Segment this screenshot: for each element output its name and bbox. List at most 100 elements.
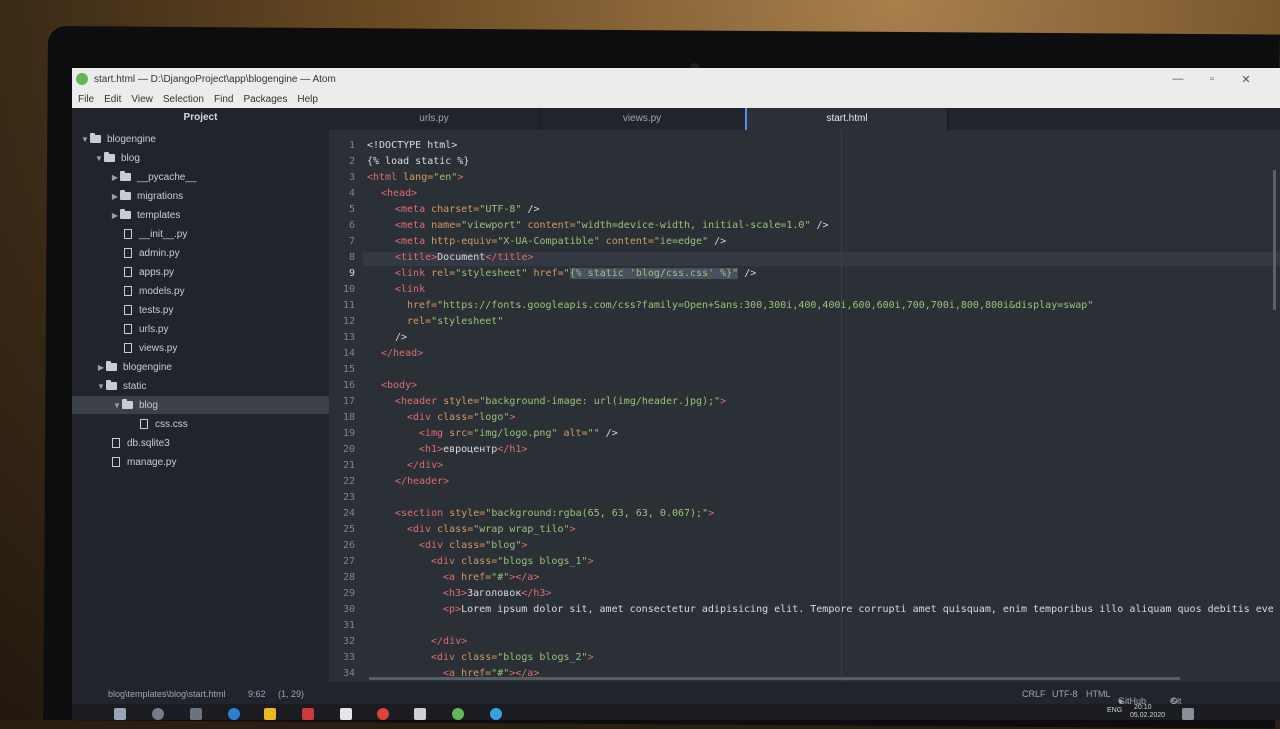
- line-number: 32: [342, 636, 355, 647]
- tree-item-label: __init__.py: [139, 228, 188, 240]
- code-line-26: <div class="blog">: [419, 540, 528, 551]
- line-number: 11: [342, 300, 355, 311]
- telegram-icon[interactable]: [490, 708, 502, 720]
- file-icon: [124, 286, 132, 296]
- tree-file-tests[interactable]: tests.py: [72, 301, 329, 319]
- menu-file[interactable]: File: [78, 94, 94, 105]
- status-grammar[interactable]: HTML: [1086, 689, 1111, 699]
- tree-header: Project: [183, 112, 218, 123]
- line-number: 4: [348, 188, 355, 199]
- tab-start-html[interactable]: start.html: [745, 108, 948, 130]
- tree-item-label: blogengine: [123, 361, 172, 373]
- chrome-icon[interactable]: [377, 708, 389, 720]
- language-indicator[interactable]: ENG: [1107, 707, 1122, 714]
- tree-file-urls[interactable]: urls.py: [72, 320, 329, 338]
- maximize-button[interactable]: ▫: [1196, 68, 1228, 90]
- line-number: 10: [342, 284, 355, 295]
- tree-folder-blogengine-inner[interactable]: ▶ blogengine: [72, 358, 329, 376]
- tree-folder-blogengine[interactable]: ▼ blogengine: [72, 130, 329, 148]
- line-number: 21: [342, 460, 355, 471]
- tab-views[interactable]: views.py: [539, 108, 746, 130]
- atom-taskbar-icon[interactable]: [452, 708, 464, 720]
- store-icon[interactable]: [302, 708, 314, 720]
- tree-item-label: apps.py: [139, 266, 175, 278]
- menu-view[interactable]: View: [131, 94, 153, 105]
- code-line-10: <link: [395, 284, 426, 295]
- notifications-icon[interactable]: [1182, 708, 1194, 720]
- code-line-25: <div class="wrap wrap_tilo">: [407, 524, 576, 535]
- line-number: 25: [342, 524, 355, 535]
- file-icon: [124, 229, 132, 239]
- tab-bar: urls.py views.py start.html: [329, 108, 1280, 130]
- status-encoding[interactable]: UTF-8: [1052, 689, 1078, 699]
- menu-help[interactable]: Help: [297, 94, 318, 105]
- tree-folder-migrations[interactable]: ▶ migrations: [72, 187, 329, 205]
- code-line-21: </div>: [407, 460, 444, 471]
- tree-file-apps[interactable]: apps.py: [72, 263, 329, 281]
- window-title: start.html — D:\DjangoProject\app\blogen…: [94, 73, 336, 85]
- windows-start-icon[interactable]: [114, 708, 126, 720]
- search-icon[interactable]: [152, 708, 164, 720]
- tree-item-label: db.sqlite3: [127, 437, 170, 449]
- wrap-guide: [841, 130, 842, 682]
- task-view-icon[interactable]: [190, 708, 202, 720]
- line-number: 33: [342, 652, 355, 663]
- tree-item-label: models.py: [139, 285, 185, 297]
- status-bar: blog\templates\blog\start.html 9:62 (1, …: [72, 682, 1280, 706]
- menu-packages[interactable]: Packages: [243, 94, 287, 105]
- code-line-8: <title>Document</title>: [395, 252, 534, 263]
- code-line-14: </head>: [381, 348, 424, 359]
- menu-edit[interactable]: Edit: [104, 94, 121, 105]
- clock-date[interactable]: 05.02.2020: [1130, 712, 1165, 719]
- file-explorer-icon[interactable]: [264, 708, 276, 720]
- line-number: 7: [348, 236, 355, 247]
- code-editor[interactable]: 1 2 3 4 5 6 7 8 9 10 11 12 13 14 15 16 1…: [329, 130, 1280, 695]
- file-icon: [124, 305, 132, 315]
- tab-urls[interactable]: urls.py: [329, 108, 540, 130]
- chevron-down-icon: ▼: [81, 134, 89, 144]
- tree-file-css[interactable]: css.css: [72, 415, 329, 433]
- chevron-right-icon: ▶: [111, 210, 119, 220]
- chevron-right-icon: ▶: [111, 172, 119, 182]
- line-number: 16: [342, 380, 355, 391]
- mail-icon[interactable]: [340, 708, 352, 720]
- tree-file-models[interactable]: models.py: [72, 282, 329, 300]
- line-number: 28: [342, 572, 355, 583]
- edge-icon[interactable]: [228, 708, 240, 720]
- tree-folder-static-blog[interactable]: ▼ blog: [72, 396, 329, 414]
- vertical-scrollbar[interactable]: [1273, 170, 1276, 310]
- text-selection: {% static 'blog/css.css' %}": [569, 268, 739, 279]
- tree-folder-templates[interactable]: ▶ templates: [72, 206, 329, 224]
- line-number: 22: [342, 476, 355, 487]
- folder-icon: [120, 190, 131, 200]
- tree-file-init[interactable]: __init__.py: [72, 225, 329, 243]
- line-number: 14: [342, 348, 355, 359]
- tree-folder-pycache[interactable]: ▶ __pycache__: [72, 168, 329, 186]
- code-line-17: <header style="background-image: url(img…: [395, 396, 727, 407]
- line-number: 15: [342, 364, 355, 375]
- tree-file-views[interactable]: views.py: [72, 339, 329, 357]
- file-icon: [112, 438, 120, 448]
- chevron-down-icon: ▼: [97, 381, 105, 391]
- clock-time[interactable]: 20:10: [1134, 704, 1152, 711]
- status-file-path[interactable]: blog\templates\blog\start.html: [108, 689, 226, 699]
- tree-folder-blog[interactable]: ▼ blog: [72, 149, 329, 167]
- horizontal-scrollbar[interactable]: [369, 677, 1180, 680]
- menu-find[interactable]: Find: [214, 94, 233, 105]
- minimize-button[interactable]: —: [1162, 68, 1194, 90]
- tree-file-admin[interactable]: admin.py: [72, 244, 329, 262]
- tree-folder-static[interactable]: ▼ static: [72, 377, 329, 395]
- folder-icon: [106, 380, 117, 390]
- line-number: 17: [342, 396, 355, 407]
- tree-file-db[interactable]: db.sqlite3: [72, 434, 329, 452]
- menu-selection[interactable]: Selection: [163, 94, 204, 105]
- status-cursor-position[interactable]: 9:62: [248, 689, 266, 699]
- code-line-28: <a href="#"></a>: [443, 572, 540, 583]
- status-line-ending[interactable]: CRLF: [1022, 689, 1046, 699]
- terminal-icon[interactable]: [414, 708, 426, 720]
- line-number: 23: [342, 492, 355, 503]
- code-line-6: <meta name="viewport" content="width=dev…: [395, 220, 829, 231]
- code-line-2: {% load static %}: [367, 156, 470, 167]
- tree-file-manage[interactable]: manage.py: [72, 453, 329, 471]
- close-button[interactable]: ✕: [1230, 68, 1262, 90]
